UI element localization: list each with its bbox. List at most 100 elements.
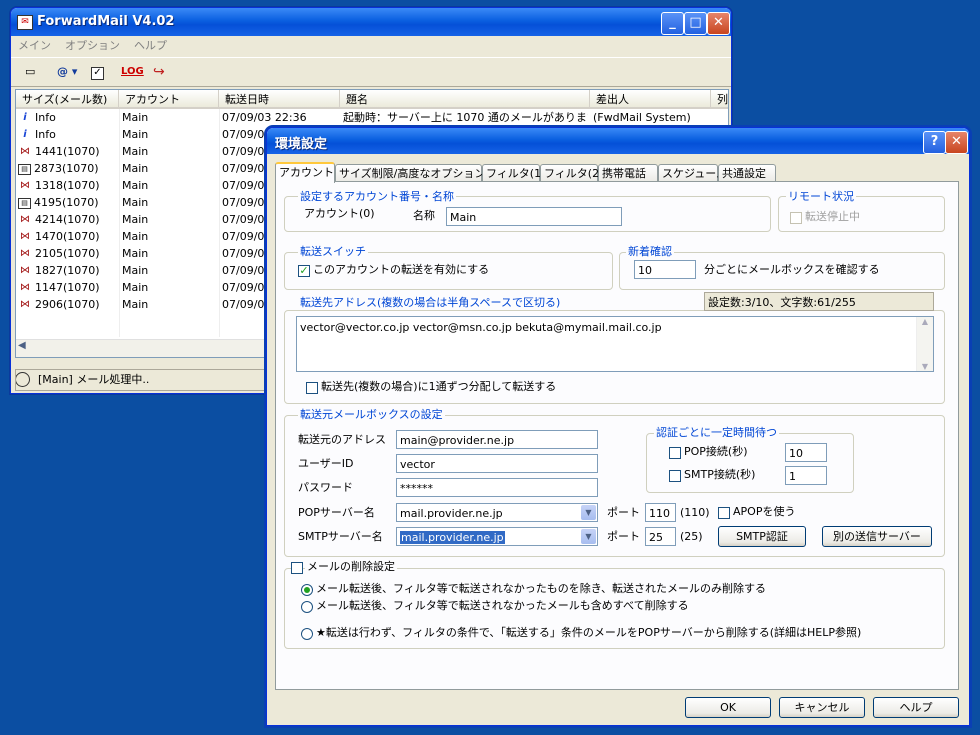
other-server-button[interactable]: 別の送信サーバー — [822, 526, 932, 547]
scroll-up-icon[interactable]: ▲ — [917, 317, 933, 326]
delete-group-label: メールの削除設定 — [305, 560, 397, 574]
enable-forward-label: このアカウントの転送を有効にする — [313, 263, 490, 276]
password-label: パスワード — [298, 481, 353, 494]
dialog-close-button[interactable]: ✕ — [945, 131, 968, 154]
row-from-cell: (FwdMail System) — [593, 111, 691, 124]
vertical-scrollbar[interactable]: ▲ ▼ — [916, 317, 933, 371]
user-id-label: ユーザーID — [298, 457, 354, 470]
tab-common[interactable]: 共通設定 — [718, 164, 776, 181]
column-date[interactable]: 転送日時 — [219, 90, 340, 109]
row-size-cell: i Info — [18, 109, 119, 126]
delete-option-2-label: メール転送後、フィルタ等で転送されなかったメールも含めすべて削除する — [316, 599, 689, 612]
destination-addresses-input[interactable]: vector@vector.co.jp vector@msn.co.jp bek… — [296, 316, 934, 372]
chevron-down-icon[interactable]: ▼ — [581, 505, 596, 520]
menu-options[interactable]: オプション — [58, 36, 127, 56]
at-dropdown-icon[interactable]: @ ▾ — [57, 62, 83, 82]
password-input[interactable]: ****** — [396, 478, 598, 497]
account-panel: 設定するアカウント番号・名称 アカウント(0) 名称 Main リモート状況 転… — [275, 181, 959, 690]
chevron-down-icon[interactable]: ▼ — [581, 529, 596, 544]
enable-forward-checkbox[interactable]: ✓ — [298, 265, 310, 277]
delete-option-1-radio[interactable] — [301, 584, 313, 596]
column-size[interactable]: サイズ(メール数) — [16, 90, 119, 109]
dialog-title: 環境設定 — [275, 137, 328, 152]
help-button[interactable]: ヘルプ — [873, 697, 959, 718]
butterfly-icon: ⋈ — [20, 265, 30, 276]
delete-option-2-radio[interactable] — [301, 601, 313, 613]
remote-stop-checkbox[interactable] — [790, 212, 802, 224]
account-name-input[interactable]: Main — [446, 207, 622, 226]
switch-group-label: 転送スイッチ — [298, 245, 368, 259]
row-size-cell: ⋈ 4214(1070) — [18, 211, 119, 228]
row-size-cell: ⋈ 1318(1070) — [18, 177, 119, 194]
column-from[interactable]: 差出人 — [590, 90, 711, 109]
maximize-button[interactable]: □ — [684, 12, 707, 35]
table-row[interactable]: i Info Main 07/09/03 22:36 起動時：サーバー上に 1070 通… — [16, 109, 728, 126]
close-button[interactable]: ✕ — [707, 12, 730, 35]
tab-account[interactable]: アカウント — [275, 162, 335, 183]
menu-help[interactable]: ヘルプ — [127, 36, 174, 56]
column-subject[interactable]: 題名 — [340, 90, 590, 109]
delete-settings-checkbox[interactable] — [291, 562, 303, 574]
ok-button[interactable]: OK — [685, 697, 771, 718]
mailbox-icon[interactable]: ▭ — [25, 62, 43, 82]
smtp-wait-input[interactable]: 1 — [785, 466, 827, 485]
row-size-cell: ⋈ 1470(1070) — [18, 228, 119, 245]
source-address-input[interactable]: main@provider.ne.jp — [396, 430, 598, 449]
document-icon: ▤ — [18, 163, 31, 175]
help-question-button[interactable]: ? — [923, 131, 946, 154]
delete-option-3-radio[interactable] — [301, 628, 313, 640]
tab-filter-2[interactable]: フィルタ(2) — [540, 164, 603, 181]
exit-icon[interactable]: ↪ — [153, 62, 165, 82]
smtp-auth-button[interactable]: SMTP認証 — [718, 526, 806, 547]
smtp-wait-checkbox[interactable] — [669, 470, 681, 482]
pop-port-input[interactable]: 110 — [645, 503, 676, 522]
pop-wait-checkbox[interactable] — [669, 447, 681, 459]
tab-size-advanced[interactable]: サイズ制限/高度なオプション — [335, 164, 485, 181]
source-address-label: 転送元のアドレス — [298, 433, 386, 446]
butterfly-icon: ⋈ — [20, 282, 30, 293]
dialog-titlebar[interactable]: 環境設定 ? ✕ — [267, 128, 969, 154]
butterfly-icon: ⋈ — [20, 248, 30, 259]
user-id-input[interactable]: vector — [396, 454, 598, 473]
check-interval-suffix: 分ごとにメールボックスを確認する — [704, 263, 880, 276]
row-account-cell: Main — [122, 213, 149, 226]
apop-checkbox[interactable] — [718, 507, 730, 519]
name-label: 名称 — [413, 209, 435, 222]
log-icon[interactable]: LOG — [121, 62, 144, 82]
tab-filter-1[interactable]: フィルタ(1) — [482, 164, 545, 181]
row-size-text: Info — [35, 111, 56, 124]
pop-wait-input[interactable]: 10 — [785, 443, 827, 462]
butterfly-icon: ⋈ — [20, 214, 30, 225]
column-extra[interactable]: 列 — [711, 90, 728, 109]
tab-mobile[interactable]: 携帯電話 — [598, 164, 658, 181]
row-size-text: 2105(1070) — [35, 247, 100, 260]
newmail-group-label: 新着確認 — [626, 245, 674, 259]
smtp-server-select[interactable]: mail.provider.ne.jp ▼ — [396, 527, 598, 546]
cancel-button[interactable]: キャンセル — [779, 697, 865, 718]
column-account[interactable]: アカウント — [119, 90, 219, 109]
tab-schedule[interactable]: スケジュール — [658, 164, 727, 181]
remote-stop-label: 転送停止中 — [805, 210, 860, 223]
smtp-port-input[interactable]: 25 — [645, 527, 676, 546]
butterfly-icon: ⋈ — [20, 231, 30, 242]
row-size-text: 4214(1070) — [35, 213, 100, 226]
destination-addresses-text: vector@vector.co.jp vector@msn.co.jp bek… — [300, 321, 662, 334]
row-size-cell: ⋈ 1827(1070) — [18, 262, 119, 279]
scroll-left-icon[interactable]: ◀ — [18, 340, 26, 351]
distribute-checkbox[interactable] — [306, 382, 318, 394]
scroll-down-icon[interactable]: ▼ — [917, 362, 933, 371]
check-interval-input[interactable]: 10 — [634, 260, 696, 279]
row-size-cell: i Info — [18, 126, 119, 143]
row-size-text: 4195(1070) — [34, 196, 99, 209]
account-number: アカウント(0) — [304, 207, 375, 220]
menu-main[interactable]: メイン — [11, 36, 58, 56]
minimize-button[interactable]: _ — [661, 12, 684, 35]
row-account-cell: Main — [122, 230, 149, 243]
toggle-checkbox-icon[interactable]: ✓ — [91, 67, 104, 80]
row-account-cell: Main — [122, 281, 149, 294]
row-size-text: 1441(1070) — [35, 145, 100, 158]
main-titlebar[interactable]: ✉ ForwardMail V4.02 _ □ ✕ — [11, 8, 731, 36]
butterfly-icon: ⋈ — [20, 299, 30, 310]
row-account-cell: Main — [122, 145, 149, 158]
pop-server-select[interactable]: mail.provider.ne.jp ▼ — [396, 503, 598, 522]
